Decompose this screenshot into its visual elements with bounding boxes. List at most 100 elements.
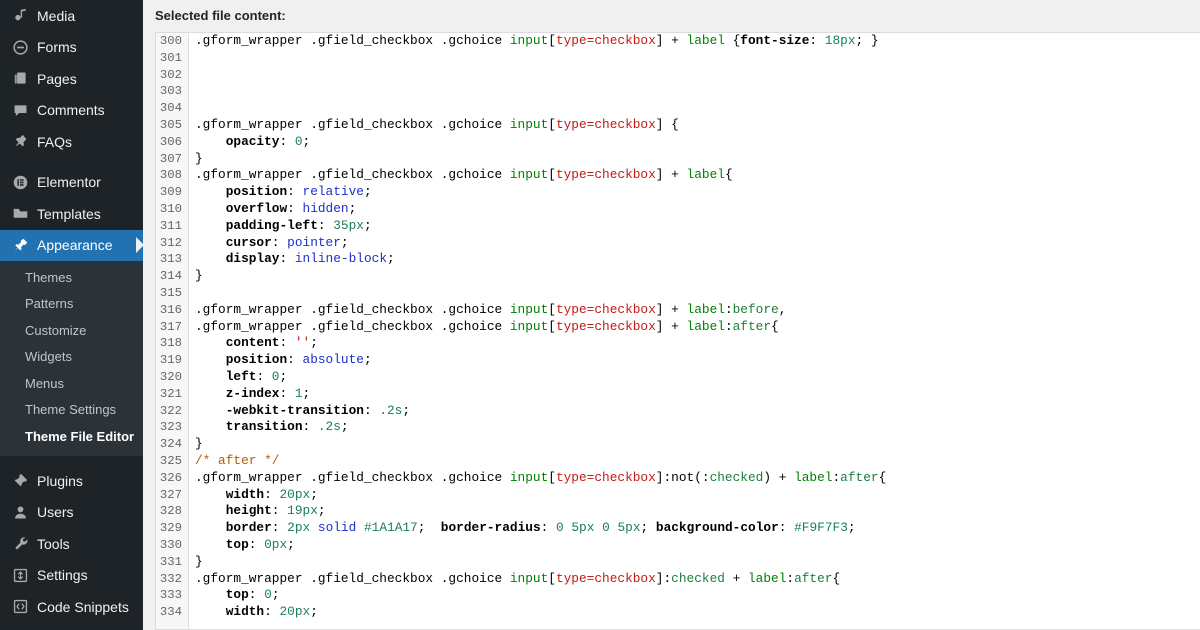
code-lines[interactable]: .gform_wrapper .gfield_checkbox .gchoice… — [190, 33, 1200, 621]
submenu-item-widgets[interactable]: Widgets — [0, 344, 143, 371]
sidebar-item-comments[interactable]: Comments — [0, 95, 143, 127]
code-line[interactable] — [195, 67, 1200, 84]
code-line[interactable] — [195, 100, 1200, 117]
code-token: .gform_wrapper .gfield_checkbox .gchoice — [195, 318, 510, 334]
code-token: ; — [302, 133, 311, 149]
code-line[interactable]: } — [195, 151, 1200, 168]
code-token: + — [663, 318, 687, 334]
code-line[interactable]: .gform_wrapper .gfield_checkbox .gchoice… — [195, 470, 1200, 487]
code-line[interactable]: position: absolute; — [195, 352, 1200, 369]
sidebar-item-pages[interactable]: Pages — [0, 63, 143, 95]
code-line[interactable]: .gform_wrapper .gfield_checkbox .gchoice… — [195, 319, 1200, 336]
code-token: cursor — [195, 234, 272, 250]
sidebar-item-code-snippets[interactable]: Code Snippets — [0, 591, 143, 623]
code-token: ; — [279, 368, 288, 384]
code-token: background-color — [655, 520, 779, 536]
code-line[interactable]: z-index: 1; — [195, 386, 1200, 403]
code-token: input — [509, 318, 549, 334]
line-number: 331 — [159, 554, 182, 569]
code-line[interactable]: .gform_wrapper .gfield_checkbox .gchoice… — [195, 117, 1200, 134]
code-line[interactable]: -webkit-transition: .2s; — [195, 403, 1200, 420]
code-line[interactable]: content: ''; — [195, 335, 1200, 352]
code-token: ; } — [855, 33, 879, 48]
sidebar-item-forms[interactable]: Forms — [0, 32, 143, 64]
line-number: 322 — [159, 403, 182, 418]
line-number: 303 — [159, 84, 182, 99]
sidebar-separator — [0, 157, 143, 167]
sidebar-item-settings[interactable]: Settings — [0, 560, 143, 592]
line-number: 306 — [159, 134, 182, 149]
code-line[interactable]: .gform_wrapper .gfield_checkbox .gchoice… — [195, 33, 1200, 50]
code-token: ; — [363, 184, 372, 200]
code-line[interactable]: /* after */ — [195, 453, 1200, 470]
line-number: 323 — [159, 420, 182, 435]
sidebar-item-elementor[interactable]: Elementor — [0, 167, 143, 199]
code-token: : — [287, 200, 303, 216]
code-line[interactable]: opacity: 0; — [195, 134, 1200, 151]
sidebar-item-faqs[interactable]: FAQs — [0, 126, 143, 158]
code-token: ; — [287, 536, 295, 552]
code-line[interactable] — [195, 50, 1200, 67]
sidebar-item-plugins[interactable]: Plugins — [0, 465, 143, 497]
sidebar-item-templates[interactable]: Templates — [0, 198, 143, 230]
line-number: 316 — [159, 302, 182, 317]
submenu-item-theme-file-editor[interactable]: Theme File Editor — [0, 424, 143, 451]
code-token: #F9F7F3 — [794, 520, 848, 536]
code-token: -webkit-transition — [195, 402, 364, 418]
code-token: : — [279, 385, 295, 401]
code-token: .gform_wrapper .gfield_checkbox .gchoice — [195, 301, 510, 317]
code-line[interactable]: .gform_wrapper .gfield_checkbox .gchoice… — [195, 302, 1200, 319]
code-token: : — [363, 402, 380, 418]
code-line[interactable]: width: 20px; — [195, 604, 1200, 621]
sidebar-item-label: Tools — [37, 535, 70, 552]
submenu-item-theme-settings[interactable]: Theme Settings — [0, 397, 143, 424]
code-token: input — [509, 469, 549, 485]
code-line[interactable]: top: 0; — [195, 587, 1200, 604]
code-line[interactable]: transition: .2s; — [195, 419, 1200, 436]
code-token: type=checkbox — [555, 570, 656, 586]
code-line[interactable] — [195, 285, 1200, 302]
comments-icon — [9, 102, 31, 119]
sidebar-item-tools[interactable]: Tools — [0, 528, 143, 560]
code-line[interactable]: padding-left: 35px; — [195, 218, 1200, 235]
line-number: 300 — [159, 34, 182, 48]
code-line[interactable]: .gform_wrapper .gfield_checkbox .gchoice… — [195, 571, 1200, 588]
code-line[interactable]: } — [195, 554, 1200, 571]
sidebar-item-label: Pages — [37, 70, 77, 87]
code-line[interactable]: border: 2px solid #1A1A17; border-radius… — [195, 520, 1200, 537]
line-number: 319 — [159, 353, 182, 368]
submenu-item-menus[interactable]: Menus — [0, 370, 143, 397]
code-token: } — [195, 553, 203, 569]
submenu-item-customize[interactable]: Customize — [0, 317, 143, 344]
sidebar-item-users[interactable]: Users — [0, 497, 143, 529]
code-token: [ — [548, 318, 556, 334]
code-line[interactable]: .gform_wrapper .gfield_checkbox .gchoice… — [195, 167, 1200, 184]
code-line[interactable]: position: relative; — [195, 184, 1200, 201]
sidebar-item-label: FAQs — [37, 133, 73, 150]
code-token: : — [540, 520, 556, 536]
code-token: : — [271, 234, 288, 250]
code-line[interactable] — [195, 83, 1200, 100]
code-line[interactable]: } — [195, 436, 1200, 453]
code-line[interactable]: top: 0px; — [195, 537, 1200, 554]
code-editor[interactable]: 300 301 302 303 304 305 306 307 308 309 310 311 312 3… — [156, 33, 1200, 629]
main-content: Selected file content: 300 301 302 303 304 30… — [143, 0, 1200, 630]
selected-file-content-label: Selected file content: — [155, 8, 286, 23]
code-line[interactable]: left: 0; — [195, 369, 1200, 386]
code-line[interactable]: display: inline-block; — [195, 251, 1200, 268]
code-line[interactable]: overflow: hidden; — [195, 201, 1200, 218]
code-token: .gform_wrapper .gfield_checkbox .gchoice — [195, 469, 510, 485]
sidebar-item-label: Media — [37, 7, 76, 24]
submenu-item-themes[interactable]: Themes — [0, 264, 143, 291]
sidebar-item-media[interactable]: Media — [0, 0, 143, 32]
code-line[interactable]: height: 19px; — [195, 503, 1200, 520]
code-line[interactable]: cursor: pointer; — [195, 235, 1200, 252]
code-line[interactable]: width: 20px; — [195, 487, 1200, 504]
code-line[interactable]: } — [195, 268, 1200, 285]
sidebar-item-appearance[interactable]: Appearance — [0, 229, 143, 261]
submenu-item-patterns[interactable]: Patterns — [0, 291, 143, 318]
line-number: 318 — [159, 336, 182, 351]
code-token: label — [686, 318, 725, 334]
code-token: #1A1A17 — [363, 520, 418, 536]
